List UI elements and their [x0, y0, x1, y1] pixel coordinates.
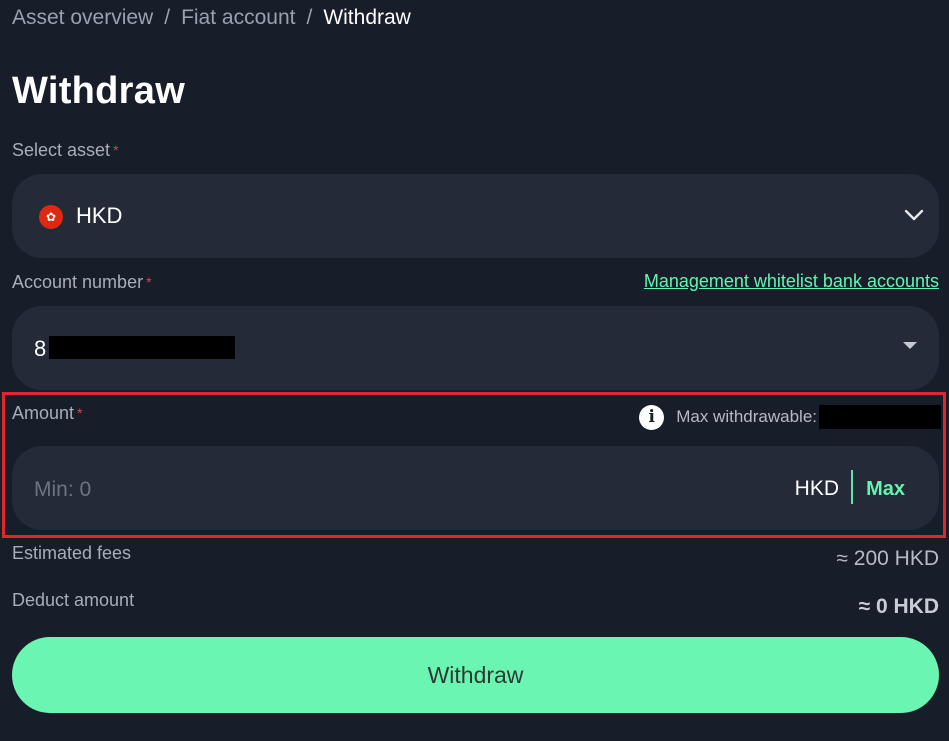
account-number-label: Account number * [12, 271, 152, 293]
account-number-select[interactable]: 8 [12, 306, 939, 390]
amount-unit: HKD [794, 477, 839, 500]
deduct-amount-label: Deduct amount [12, 590, 135, 610]
amount-input-placeholder[interactable]: Min: 0 [34, 477, 91, 503]
amount-input-field[interactable]: Min: 0 HKD Max [12, 446, 939, 530]
max-withdrawable-label: Max withdrawable: [676, 407, 817, 426]
selected-asset-value: HKD [76, 203, 123, 228]
amount-label: Amount * [12, 402, 83, 424]
whitelist-bank-accounts-link[interactable]: Management whitelist bank accounts [644, 270, 939, 292]
hong-kong-flag-icon: ✿ [39, 205, 63, 229]
required-mark: * [113, 142, 119, 158]
breadcrumb-separator: / [164, 6, 171, 29]
account-number-value: 8 [34, 336, 47, 361]
unit-divider [851, 470, 853, 504]
max-withdrawable-row: i Max withdrawable: [639, 404, 941, 430]
select-asset-label-text: Select asset [12, 140, 111, 160]
breadcrumb-separator: / [306, 6, 313, 29]
breadcrumb-asset-overview[interactable]: Asset overview [12, 5, 153, 31]
redacted-account-number [49, 336, 235, 359]
chevron-down-icon [904, 209, 924, 221]
deduct-amount-value: ≈ 0 HKD [858, 595, 939, 618]
breadcrumb-fiat-account[interactable]: Fiat account [181, 5, 295, 31]
withdraw-button[interactable]: Withdraw [12, 637, 939, 713]
required-mark: * [77, 405, 83, 421]
select-asset-dropdown[interactable]: ✿ HKD [12, 174, 939, 258]
estimated-fees-label: Estimated fees [12, 543, 132, 563]
caret-down-icon [903, 342, 917, 349]
redacted-max-withdrawable [819, 405, 941, 429]
page-title: Withdraw [12, 70, 186, 112]
max-amount-button[interactable]: Max [866, 476, 905, 502]
required-mark: * [146, 274, 152, 290]
amount-label-text: Amount [12, 403, 75, 423]
withdraw-page: Asset overview / Fiat account / Withdraw… [0, 0, 949, 741]
breadcrumb: Asset overview / Fiat account / Withdraw [12, 5, 411, 31]
info-icon[interactable]: i [639, 404, 665, 430]
breadcrumb-current: Withdraw [323, 6, 411, 29]
estimated-fees-value: ≈ 200 HKD [836, 547, 939, 570]
account-number-label-text: Account number [12, 272, 144, 292]
select-asset-label: Select asset * [12, 139, 119, 161]
